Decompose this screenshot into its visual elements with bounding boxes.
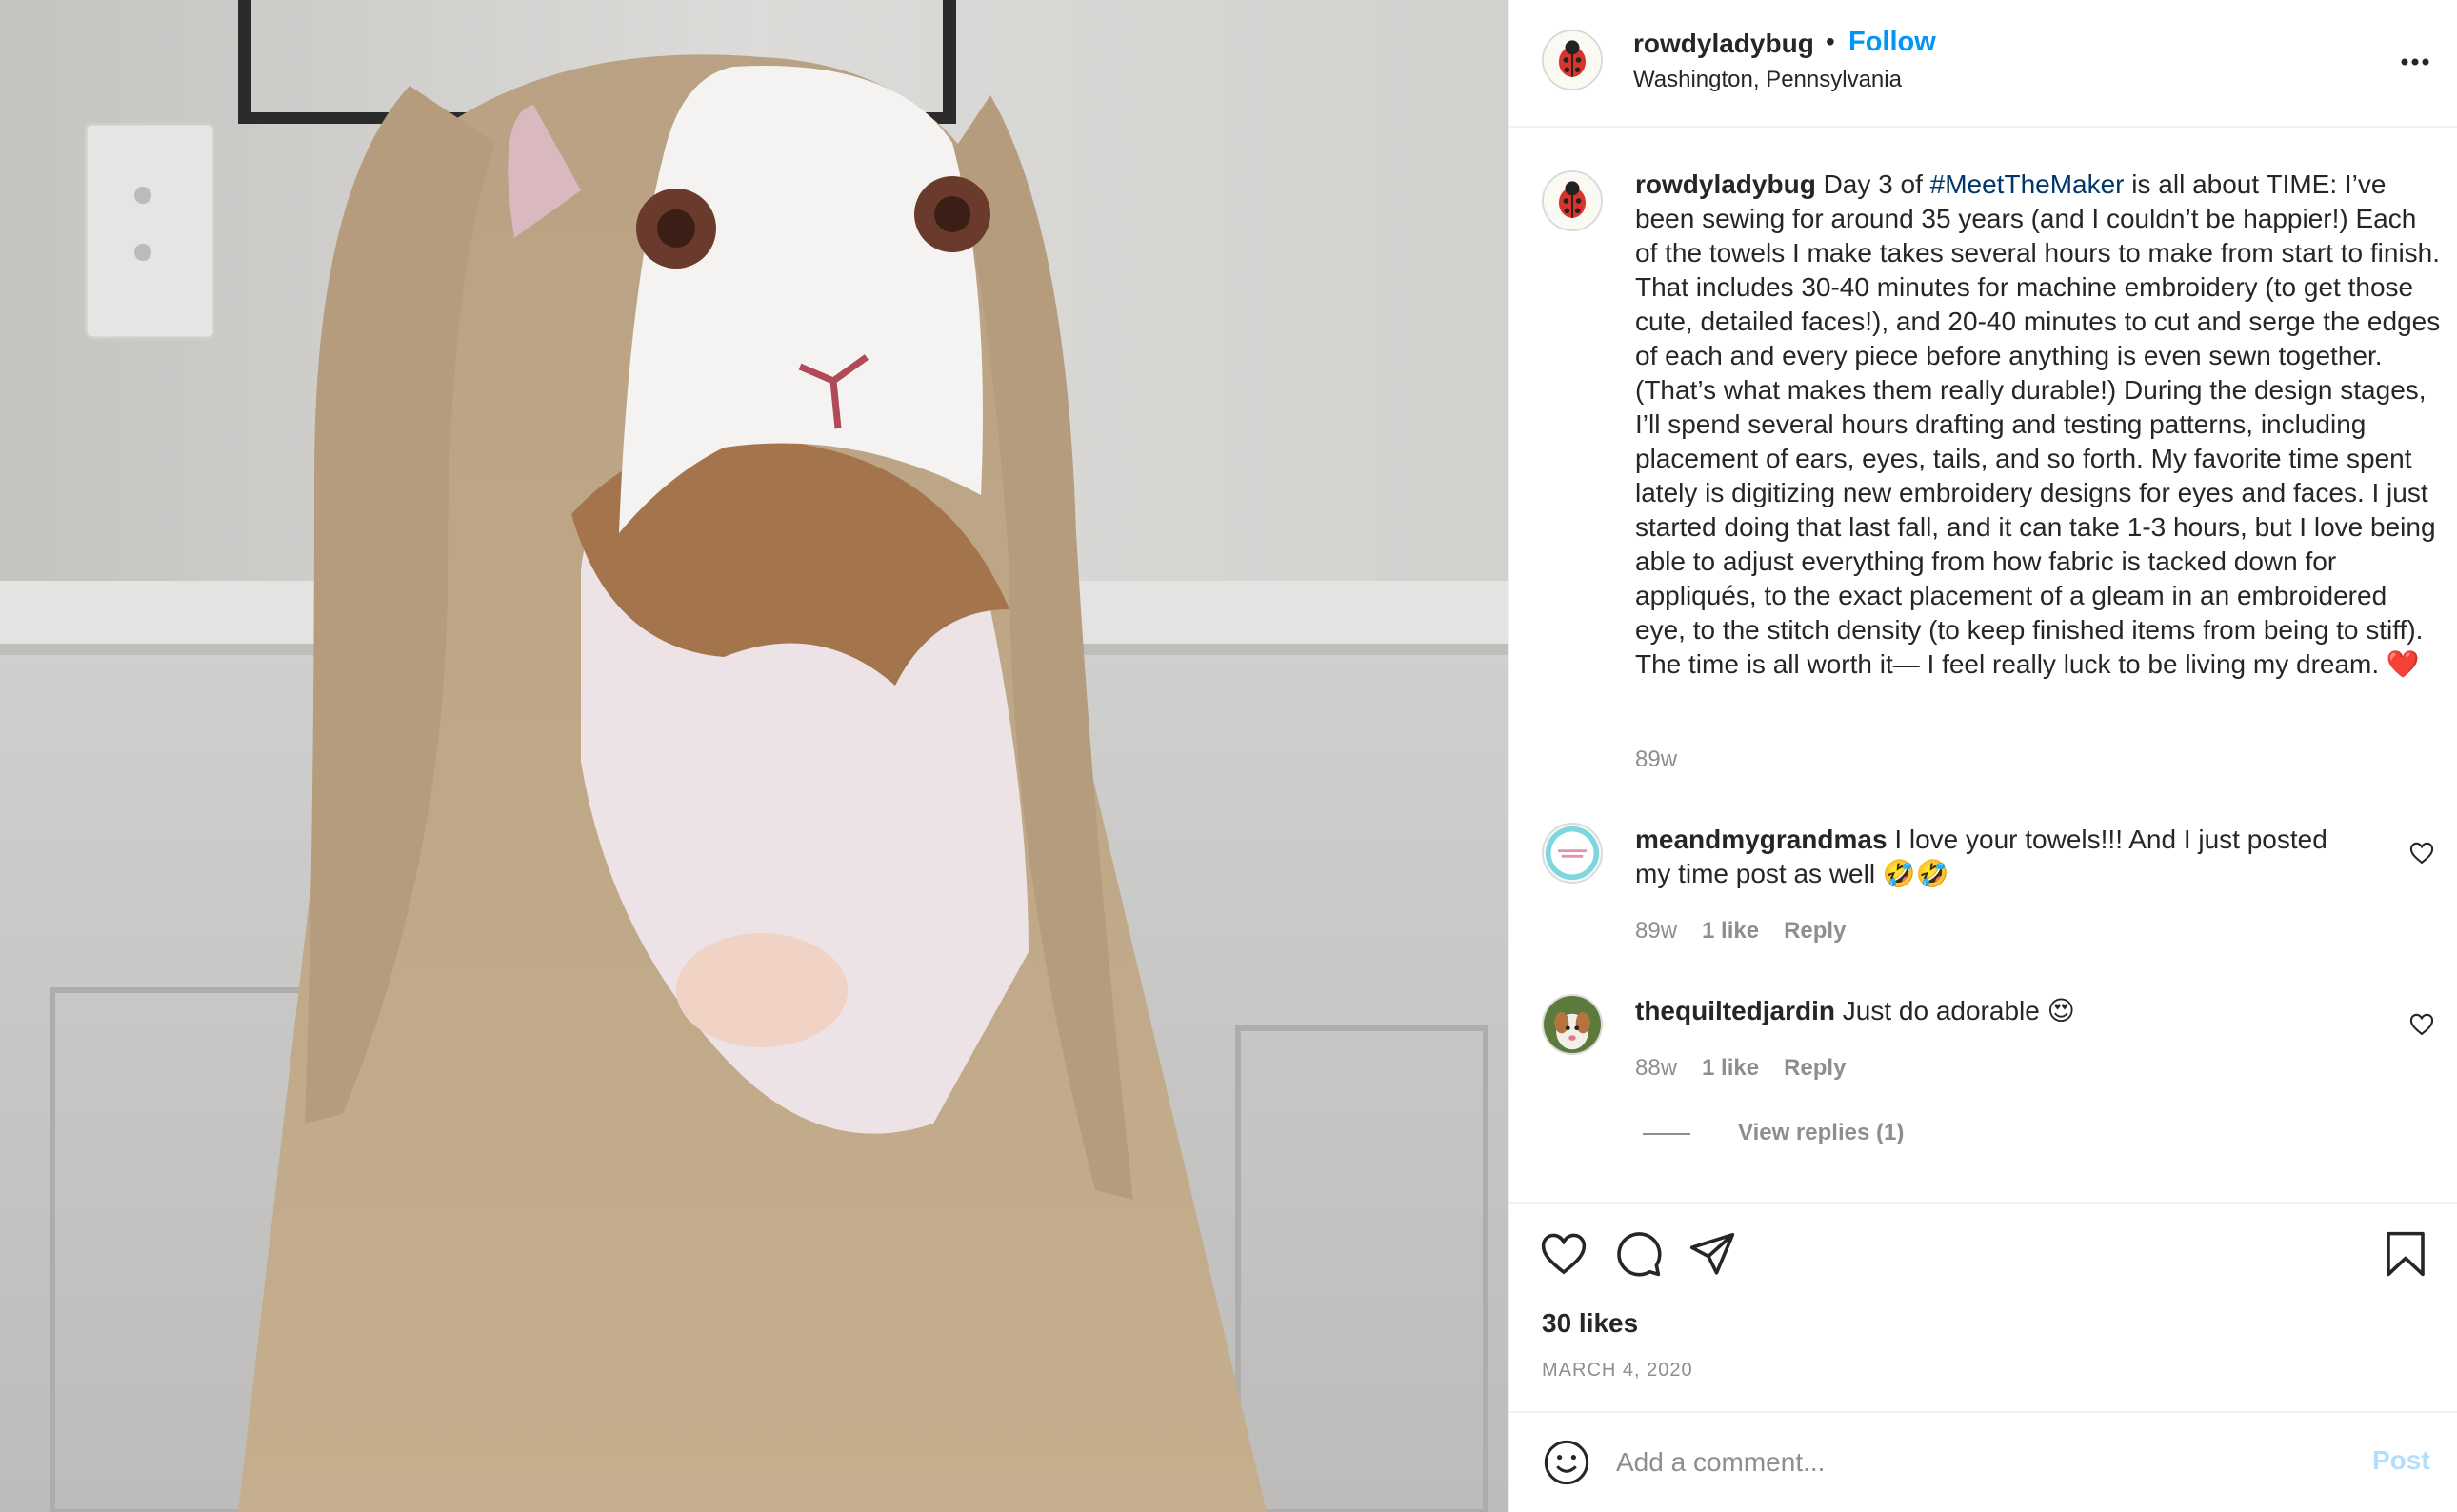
post-date[interactable]: MARCH 4, 2020: [1542, 1360, 1693, 1382]
comment-bubble-icon[interactable]: [1612, 1228, 1664, 1280]
comment-username[interactable]: thequiltedjardin: [1635, 996, 1835, 1025]
comment-text: thequiltedjardin Just do adorable 😍: [1635, 994, 2340, 1028]
header-separator: •: [1826, 27, 1835, 56]
caption-text-start: Day 3 of: [1815, 169, 1930, 199]
ladybug-avatar-icon[interactable]: [1542, 30, 1603, 90]
commenter-avatar-icon[interactable]: [1542, 994, 1603, 1055]
replies-divider-line: [1643, 1132, 1690, 1135]
comment-like-heart-icon[interactable]: [2408, 840, 2435, 866]
comment-time[interactable]: 89w: [1635, 918, 1677, 944]
comment-likes[interactable]: 1 like: [1702, 918, 1759, 944]
comment-like-heart-icon[interactable]: [2408, 1011, 2435, 1038]
more-options-icon[interactable]: [2391, 38, 2439, 86]
comment-input[interactable]: [1616, 1442, 2340, 1483]
follow-button[interactable]: Follow: [1848, 27, 1936, 58]
view-replies-button[interactable]: View replies (1): [1643, 1120, 1904, 1146]
reply-button[interactable]: Reply: [1784, 918, 1846, 944]
comment-time[interactable]: 88w: [1635, 1055, 1677, 1081]
add-comment-bar: Post: [1509, 1411, 2457, 1512]
reply-button[interactable]: Reply: [1784, 1055, 1846, 1081]
commenter-avatar-icon[interactable]: [1542, 823, 1603, 884]
post-header: rowdyladybug • Follow Washington, Pennsy…: [1509, 0, 2457, 128]
comment-text: meandmygrandmas I love your towels!!! An…: [1635, 823, 2340, 891]
likes-count[interactable]: 30 likes: [1542, 1308, 1638, 1339]
post-actions: 30 likes MARCH 4, 2020: [1509, 1202, 2457, 1411]
comment-username[interactable]: meandmygrandmas: [1635, 825, 1888, 854]
view-replies-label: View replies (1): [1738, 1120, 1905, 1145]
post-comment-button[interactable]: Post: [2372, 1445, 2430, 1476]
caption-avatar-icon[interactable]: [1542, 170, 1603, 231]
heart-icon[interactable]: [1538, 1228, 1589, 1280]
bookmark-icon[interactable]: [2380, 1228, 2431, 1280]
caption-text: rowdyladybug Day 3 of #MeetTheMaker is a…: [1635, 168, 2441, 682]
comment-meta: 88w 1 like Reply: [1635, 1055, 1870, 1082]
post-photo[interactable]: [0, 0, 1508, 1512]
caption-timestamp[interactable]: 89w: [1635, 746, 1677, 773]
smiley-icon[interactable]: [1542, 1438, 1591, 1487]
comment-body: Just do adorable 😍: [1835, 996, 2075, 1025]
comment-likes[interactable]: 1 like: [1702, 1055, 1759, 1081]
comment-meta: 89w 1 like Reply: [1635, 918, 1870, 945]
paper-plane-icon[interactable]: [1687, 1228, 1738, 1280]
header-username[interactable]: rowdyladybug: [1633, 29, 1814, 59]
post-side-panel: rowdyladybug • Follow Washington, Pennsy…: [1508, 0, 2457, 1512]
hashtag-link[interactable]: #MeetTheMaker: [1930, 169, 2125, 199]
header-location[interactable]: Washington, Pennsylvania: [1633, 67, 1902, 93]
caption-username[interactable]: rowdyladybug: [1635, 169, 1816, 199]
caption-text-body: is all about TIME: I’ve been sewing for …: [1635, 169, 2441, 679]
child-in-bunny-towel-photo: [0, 0, 1508, 1512]
